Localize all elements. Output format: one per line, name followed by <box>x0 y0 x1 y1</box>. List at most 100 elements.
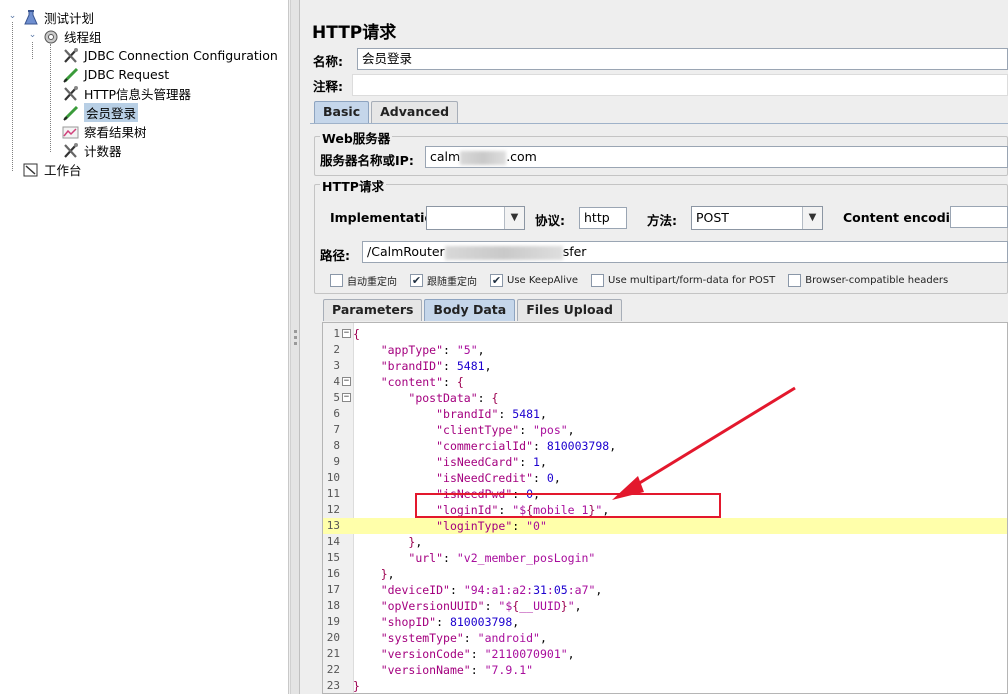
workbench-icon <box>22 162 40 178</box>
comment-label: 注释: <box>313 79 343 94</box>
tree-item-counter[interactable]: 计数器 <box>62 141 122 160</box>
tree-toggle-icon[interactable]: ⌄ <box>28 31 37 40</box>
code-text: } <box>353 679 360 693</box>
code-text: "commercialId": 810003798, <box>436 439 617 453</box>
code-text: "clientType": "pos", <box>436 423 575 437</box>
line-number: 3 <box>333 359 340 372</box>
tab-body-data[interactable]: Body Data <box>424 299 516 321</box>
server-name-suffix: .com <box>506 149 537 164</box>
code-text: "content": { <box>380 375 464 389</box>
tree-item-label: HTTP信息头管理器 <box>84 87 191 102</box>
chevron-down-icon[interactable]: ▼ <box>504 207 524 229</box>
code-line[interactable]: 22 "versionName": "7.9.1" <box>323 662 1007 678</box>
tree-item-test-plan[interactable]: 测试计划 <box>22 8 94 27</box>
tree-item-jdbc-connection-configuration[interactable]: JDBC Connection Configuration <box>62 46 278 65</box>
implementation-combo[interactable]: ▼ <box>426 206 525 230</box>
http-request-group-title: HTTP请求 <box>320 176 386 195</box>
method-combo[interactable]: POST ▼ <box>691 206 823 230</box>
fold-toggle-icon[interactable]: − <box>342 377 351 386</box>
thread-group-icon <box>42 29 60 45</box>
protocol-field[interactable]: http <box>579 207 627 229</box>
name-field[interactable]: 会员登录 <box>357 48 1008 70</box>
test-plan-tree[interactable]: ⌄ ⌄ 测试计划 线程组 JDBC Connection Configurati… <box>0 0 289 694</box>
fold-toggle-icon[interactable]: − <box>342 329 351 338</box>
code-line[interactable]: 13 "loginType": "0" <box>323 518 1007 534</box>
panel-title: HTTP请求 <box>312 23 397 43</box>
server-name-prefix: calm <box>430 149 461 164</box>
tree-toggle-icon[interactable]: ⌄ <box>8 12 17 21</box>
tree-item-label: 计数器 <box>84 144 122 159</box>
tree-item-view-results-tree[interactable]: 察看结果树 <box>62 122 147 141</box>
code-text: "deviceID": "94:a1:a2:31:05:a7", <box>380 583 603 597</box>
multipart-checkbox[interactable] <box>591 274 605 287</box>
tree-item-member-login[interactable]: 会员登录 <box>62 103 139 122</box>
code-line[interactable]: 16 }, <box>323 566 1007 582</box>
tree-connector <box>12 22 13 171</box>
code-line[interactable]: 15 "url": "v2_member_posLogin" <box>323 550 1007 566</box>
line-number: 8 <box>333 439 340 452</box>
line-number: 23 <box>326 679 340 692</box>
line-number: 17 <box>326 583 340 596</box>
code-line[interactable]: 2 "appType": "5", <box>323 342 1007 358</box>
web-server-group-title: Web服务器 <box>320 128 393 147</box>
request-options: 自动重定向 ✔ 跟随重定向 ✔ Use KeepAlive Use multip… <box>330 273 961 288</box>
line-number: 21 <box>326 647 340 660</box>
line-number: 16 <box>326 567 340 580</box>
follow-redirect-checkbox[interactable]: ✔ <box>410 274 423 287</box>
tab-advanced[interactable]: Advanced <box>371 101 459 123</box>
line-number: 13 <box>326 519 340 532</box>
line-number: 19 <box>326 615 340 628</box>
code-line[interactable]: 17 "deviceID": "94:a1:a2:31:05:a7", <box>323 582 1007 598</box>
code-line[interactable]: 3 "brandID": 5481, <box>323 358 1007 374</box>
test-plan-icon <box>22 9 40 26</box>
listener-chart-icon <box>62 124 80 140</box>
code-text: "loginType": "0" <box>436 519 547 533</box>
tree-item-http-header-manager[interactable]: HTTP信息头管理器 <box>62 84 191 103</box>
splitter-grip <box>294 342 297 345</box>
content-encoding-field[interactable] <box>950 206 1008 228</box>
comment-field[interactable] <box>352 74 1008 96</box>
browser-headers-checkbox[interactable] <box>788 274 802 287</box>
splitter-grip <box>294 330 297 333</box>
config-tabs: Basic Advanced <box>314 101 460 123</box>
code-text: "brandID": 5481, <box>380 359 492 373</box>
server-name-field[interactable]: calm .com <box>425 146 1008 168</box>
code-line[interactable]: 20 "systemType": "android", <box>323 630 1007 646</box>
method-value: POST <box>696 210 729 225</box>
tree-item-label: 测试计划 <box>44 11 95 26</box>
code-line[interactable]: 14 }, <box>323 534 1007 550</box>
code-text: "appType": "5", <box>380 343 485 357</box>
tree-item-jdbc-request[interactable]: JDBC Request <box>62 65 169 84</box>
split-pane-divider[interactable] <box>290 0 300 694</box>
sampler-pen-icon <box>62 67 80 83</box>
chevron-down-icon[interactable]: ▼ <box>802 207 822 229</box>
tree-item-workbench[interactable]: 工作台 <box>22 160 82 179</box>
tree-item-thread-group[interactable]: 线程组 <box>42 27 102 46</box>
code-line[interactable]: 1−{ <box>323 326 1007 342</box>
line-number: 18 <box>326 599 340 612</box>
fold-toggle-icon[interactable]: − <box>342 393 351 402</box>
tab-parameters[interactable]: Parameters <box>323 299 423 321</box>
protocol-label: 协议: <box>535 213 565 228</box>
tab-basic[interactable]: Basic <box>314 101 370 123</box>
auto-redirect-checkbox[interactable] <box>330 274 343 287</box>
code-line[interactable]: 21 "versionCode": "2110070901", <box>323 646 1007 662</box>
redacted-region <box>444 245 563 260</box>
keepalive-label: Use KeepAlive <box>507 275 579 286</box>
code-text: "url": "v2_member_posLogin" <box>408 551 596 565</box>
tab-files-upload[interactable]: Files Upload <box>517 299 622 321</box>
line-number: 15 <box>326 551 340 564</box>
code-line[interactable]: 23} <box>323 678 1007 694</box>
line-number: 6 <box>333 407 340 420</box>
code-line[interactable]: 19 "shopID": 810003798, <box>323 614 1007 630</box>
path-field[interactable]: /CalmRouter sfer <box>362 241 1008 263</box>
line-number: 5 <box>333 391 340 404</box>
code-line[interactable]: 18 "opVersionUUID": "${__UUID}", <box>323 598 1007 614</box>
multipart-label: Use multipart/form-data for POST <box>608 275 776 286</box>
browser-headers-label: Browser-compatible headers <box>805 275 949 286</box>
auto-redirect-label: 自动重定向 <box>347 277 397 288</box>
keepalive-checkbox[interactable]: ✔ <box>490 274 503 287</box>
tab-content-border <box>310 123 1008 124</box>
code-text: "versionCode": "2110070901", <box>380 647 575 661</box>
line-number: 22 <box>326 663 340 676</box>
